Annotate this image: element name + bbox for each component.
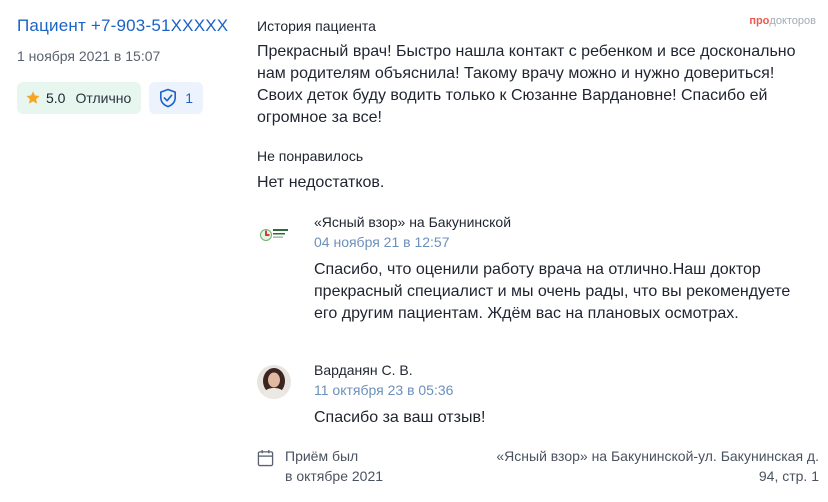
visit-label: Приём был <box>285 448 359 464</box>
reply-date: 11 октября 23 в 05:36 <box>314 382 454 398</box>
review-date: 1 ноября 2021 в 15:07 <box>17 48 161 64</box>
dislike-title: Не понравилось <box>257 148 364 164</box>
patient-name-link[interactable]: Пациент +7-903-51XXXXX <box>17 14 228 38</box>
review-content: История пациента Прекрасный врач! Быстро… <box>257 16 817 194</box>
verified-count: 1 <box>185 90 194 106</box>
reply-text: Спасибо, что оценили работу врача на отл… <box>314 261 791 322</box>
reply-author: «Ясный взор» на Бакунинской <box>314 214 512 230</box>
reply-text: Спасибо за ваш отзыв! <box>314 409 486 426</box>
story-title: История пациента <box>257 18 376 34</box>
verified-badge[interactable]: 1 <box>149 82 204 114</box>
dislike-text: Нет недостатков. <box>257 174 385 191</box>
star-icon <box>26 91 40 104</box>
rating-badge[interactable]: 5.0 Отлично <box>17 82 142 114</box>
visit-info: Приём был в октябре 2021 <box>257 446 383 486</box>
clinic-logo-icon <box>257 217 291 251</box>
badges: 5.0 Отлично 1 <box>17 82 204 114</box>
reply-author: Варданян С. В. <box>314 362 413 378</box>
doctor-avatar <box>257 365 291 399</box>
visit-date: в октябре 2021 <box>285 468 384 484</box>
calendar-icon <box>257 449 274 467</box>
review-author-block: Пациент +7-903-51XXXXX 1 ноября 2021 в 1… <box>17 14 237 114</box>
rating-score: 5.0 <box>46 90 66 106</box>
shield-check-icon <box>160 88 177 108</box>
rating-label: Отлично <box>75 90 132 106</box>
story-text: Прекрасный врач! Быстро нашла контакт с … <box>257 43 796 126</box>
clinic-address-link[interactable]: «Ясный взор» на Бакунинской-ул. Бакунинс… <box>474 446 819 486</box>
reply-date: 04 ноября 21 в 12:57 <box>314 234 450 250</box>
